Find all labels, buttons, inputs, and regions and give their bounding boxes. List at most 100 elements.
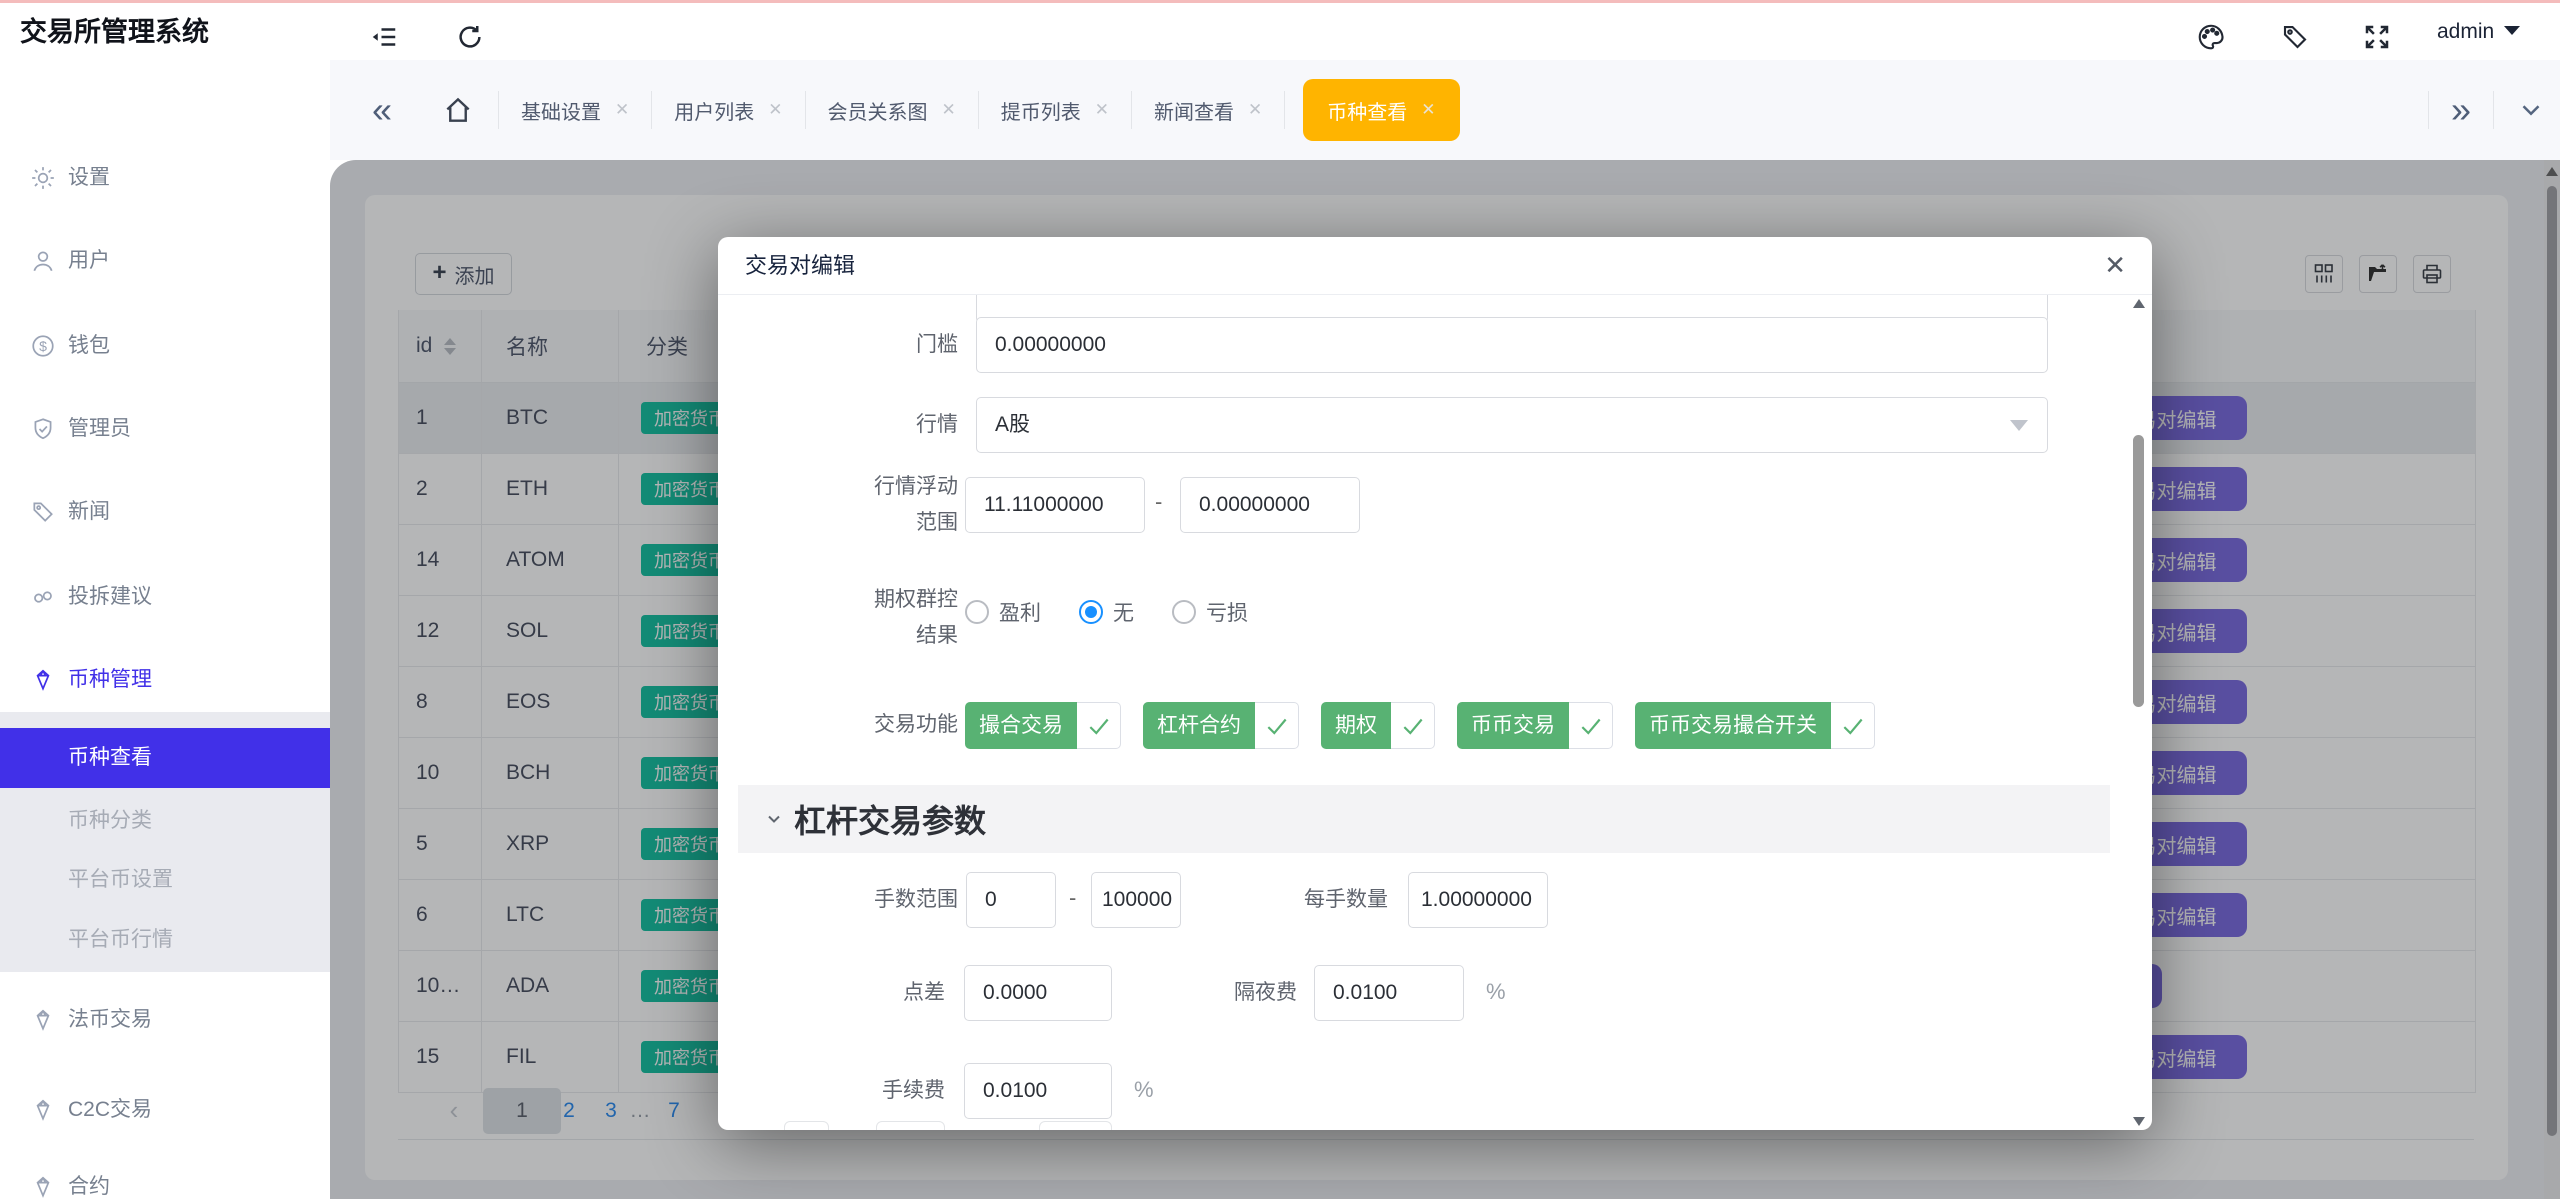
overnight-fee-label: 隔夜费 (1167, 975, 1297, 1011)
fullscreen-icon[interactable] (2362, 22, 2392, 52)
shield-check-icon (30, 416, 56, 442)
app-title: 交易所管理系统 (20, 0, 209, 60)
lot-range-from-input[interactable]: 0 (966, 872, 1056, 928)
sidebar-item-label: 币种管理 (68, 654, 152, 706)
percent-unit: % (1134, 1077, 1154, 1103)
user-icon (30, 248, 56, 274)
section-chevron-icon (764, 809, 784, 829)
check-icon (1255, 702, 1299, 749)
gem-icon (30, 1007, 56, 1033)
section-title: 杠杆交易参数 (794, 796, 986, 842)
toggle-spot-matching-switch[interactable]: 币币交易撮合开关 (1635, 702, 1875, 749)
radio-profit[interactable]: 盈利 (965, 597, 1041, 627)
sidebar-subitem-coin-view[interactable]: 币种查看 (0, 728, 330, 788)
spread-input[interactable]: 0.0000 (964, 965, 1112, 1021)
tab-label: 用户列表 (674, 96, 754, 125)
scroll-down-icon[interactable] (2133, 1117, 2145, 1126)
range-dash: - (1069, 885, 1076, 911)
sidebar-item-users[interactable]: 用户 (0, 235, 330, 287)
gear-icon (30, 165, 56, 191)
sidebar-item-contracts[interactable]: 合约 (0, 1161, 330, 1199)
check-icon (1831, 702, 1875, 749)
tab-close-icon[interactable]: ✕ (1248, 100, 1262, 120)
option-control-radios: 盈利 无 亏损 (965, 597, 1248, 627)
modal-scrollbar[interactable] (2130, 297, 2148, 1128)
per-lot-input[interactable]: 1.00000000 (1408, 872, 1548, 928)
tab-close-icon[interactable]: ✕ (615, 100, 629, 120)
sidebar-item-label: 用户 (68, 235, 110, 287)
tab-withdraw-list[interactable]: 提币列表 ✕ (979, 60, 1131, 160)
tab-basic-settings[interactable]: 基础设置 ✕ (499, 60, 651, 160)
lot-range-to-input[interactable]: 100000 (1091, 872, 1181, 928)
lot-range-label: 手数范围 (858, 882, 958, 918)
float-range-to-input[interactable]: 0.00000000 (1180, 477, 1360, 533)
tab-member-graph[interactable]: 会员关系图 ✕ (806, 60, 978, 160)
spread-label: 点差 (845, 975, 945, 1011)
market-label: 行情 (858, 407, 958, 443)
fee-label: 手续费 (845, 1073, 945, 1109)
refresh-icon[interactable] (455, 22, 485, 52)
sidebar-item-label: 管理员 (68, 403, 131, 455)
float-range-label: 行情浮动范围 (858, 469, 958, 541)
sidebar-subitem-platform-coin-settings[interactable]: 平台币设置 (0, 858, 330, 902)
tabs-scroll-right-icon[interactable]: » (2451, 60, 2471, 160)
leverage-section-header[interactable]: 杠杆交易参数 (738, 785, 2110, 853)
float-range-from-input[interactable]: 11.11000000 (965, 477, 1145, 533)
tab-coin-view-active[interactable]: 币种查看 ✕ (1303, 79, 1459, 141)
tab-news-view[interactable]: 新闻查看 ✕ (1132, 60, 1284, 160)
sidebar-item-suggestions[interactable]: 投拆建议 (0, 571, 330, 623)
toggle-options[interactable]: 期权 (1321, 702, 1435, 749)
user-menu[interactable]: admin (2437, 0, 2520, 60)
sidebar-subitem-platform-coin-market[interactable]: 平台币行情 (0, 918, 330, 962)
tab-close-icon[interactable]: ✕ (942, 100, 956, 120)
tab-label: 提币列表 (1001, 96, 1081, 125)
tab-bar: « 基础设置 ✕ 用户列表 ✕ 会员关系图 ✕ 提币列表 ✕ (330, 60, 2560, 160)
check-icon (1077, 702, 1121, 749)
top-bar: 交易所管理系统 admin (0, 0, 2560, 60)
tab-close-icon[interactable]: ✕ (1095, 100, 1109, 120)
sidebar-item-settings[interactable]: 设置 (0, 152, 330, 204)
sidebar-item-c2c-trade[interactable]: C2C交易 (0, 1084, 330, 1136)
tab-user-list[interactable]: 用户列表 ✕ (652, 60, 804, 160)
per-lot-label: 每手数量 (1218, 882, 1388, 918)
tab-label: 币种查看 (1327, 96, 1407, 125)
percent-unit: % (1486, 979, 1506, 1005)
home-icon[interactable] (442, 94, 474, 126)
radio-loss[interactable]: 亏损 (1172, 597, 1248, 627)
screen: 交易所管理系统 admin 设置 用户 $ 钱包 (0, 0, 2560, 1199)
market-select[interactable]: A股 (976, 397, 2048, 453)
scrollbar-thumb[interactable] (2133, 435, 2144, 707)
theme-palette-icon[interactable] (2196, 22, 2226, 52)
tab-close-icon[interactable]: ✕ (1421, 100, 1435, 120)
trade-functions-label: 交易功能 (858, 707, 958, 743)
menu-collapse-icon[interactable] (369, 22, 399, 52)
sidebar-item-wallet[interactable]: $ 钱包 (0, 320, 330, 372)
toggle-leverage-contract[interactable]: 杠杆合约 (1143, 702, 1299, 749)
sidebar-item-admins[interactable]: 管理员 (0, 403, 330, 455)
overnight-fee-input[interactable]: 0.0100 (1314, 965, 1464, 1021)
tab-label: 会员关系图 (828, 96, 928, 125)
toggle-matching-trade[interactable]: 撮合交易 (965, 702, 1121, 749)
radio-none-selected[interactable]: 无 (1079, 597, 1134, 627)
scroll-up-icon[interactable] (2133, 299, 2145, 308)
tab-divider (1284, 91, 1285, 129)
tabs-scroll-left-icon[interactable]: « (372, 60, 392, 160)
close-icon[interactable]: ✕ (2104, 237, 2126, 294)
chevron-down-icon[interactable] (2516, 95, 2546, 125)
sidebar-item-coin-management[interactable]: 币种管理 (0, 654, 330, 706)
sidebar-item-fiat-trade[interactable]: 法币交易 (0, 994, 330, 1046)
sidebar-item-label: 合约 (68, 1161, 110, 1199)
sidebar-item-label: 新闻 (68, 486, 110, 538)
tab-divider (2428, 91, 2429, 129)
toggle-spot-trade[interactable]: 币币交易 (1457, 702, 1613, 749)
sidebar-subitem-coin-category[interactable]: 币种分类 (0, 799, 330, 843)
sidebar-item-label: 钱包 (68, 320, 110, 372)
tab-close-icon[interactable]: ✕ (768, 100, 782, 120)
tag-icon[interactable] (2280, 22, 2310, 52)
fee-input[interactable]: 0.0100 (964, 1063, 1112, 1119)
sidebar-submenu: 币种查看 币种分类 平台币设置 平台币行情 (0, 712, 330, 972)
modal-title: 交易对编辑 (745, 237, 855, 294)
sidebar-item-news[interactable]: 新闻 (0, 486, 330, 538)
clipped-field (784, 1121, 829, 1130)
threshold-input[interactable]: 0.00000000 (976, 317, 2048, 373)
